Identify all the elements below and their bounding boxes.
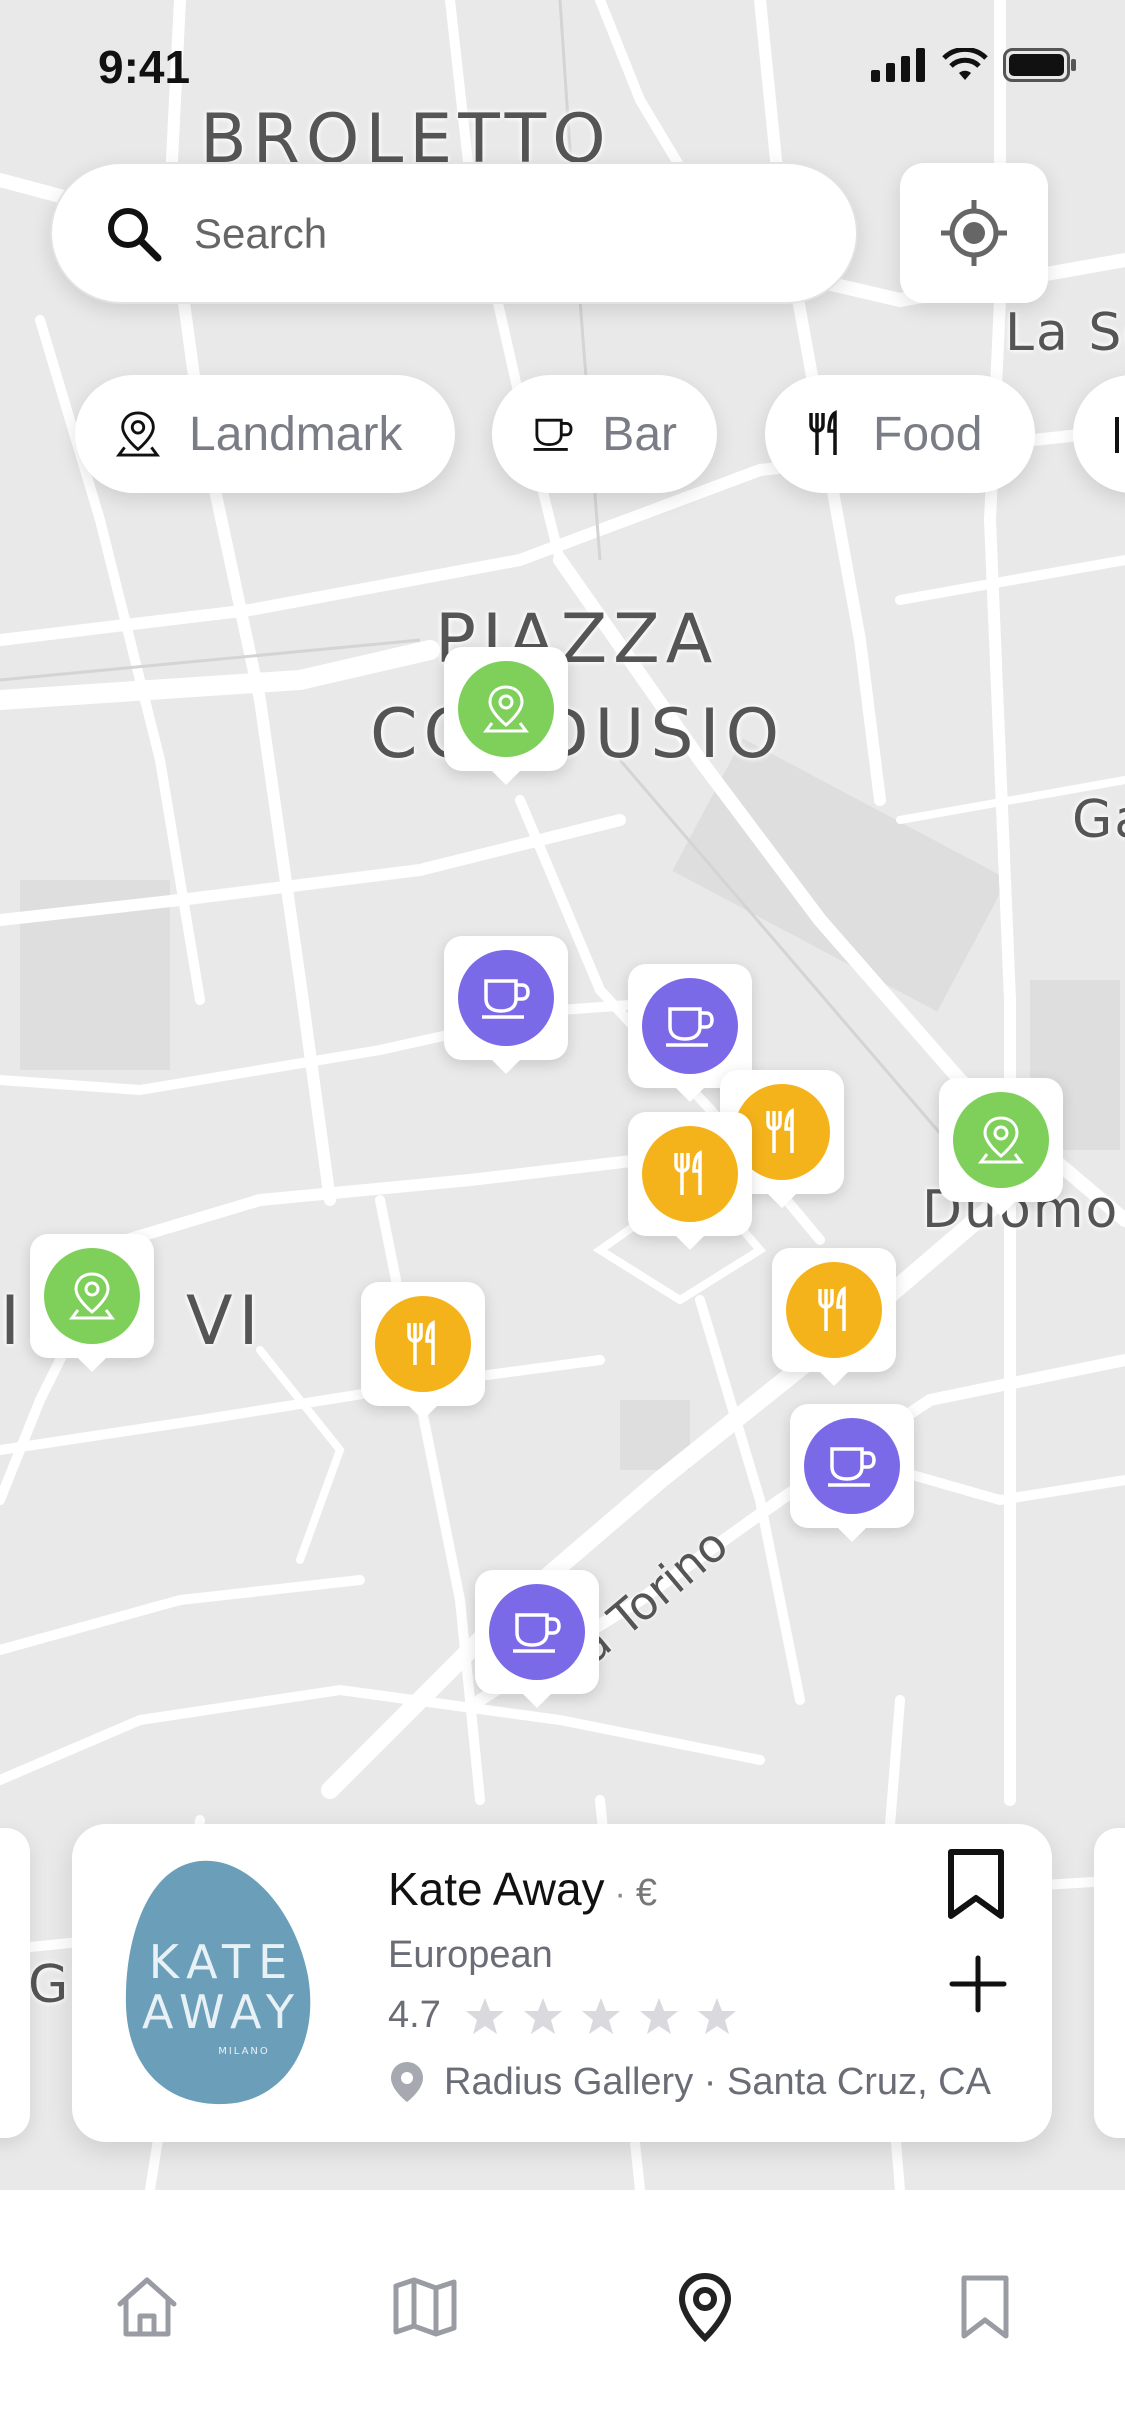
rating-value: 4.7 <box>388 1994 441 2036</box>
map-pin-bar[interactable] <box>475 1570 599 1708</box>
logo-text-line1: KATE <box>149 1935 295 1989</box>
landmark-pin-icon <box>953 1092 1049 1188</box>
coffee-cup-icon <box>533 418 573 451</box>
filter-chip-partial[interactable] <box>1073 375 1125 493</box>
star-icon <box>465 1997 504 2034</box>
filter-chip-landmark[interactable]: Landmark <box>75 375 455 493</box>
search-input[interactable] <box>192 202 796 266</box>
filter-chip-label: Food <box>873 407 983 461</box>
filter-icon <box>1115 417 1119 453</box>
screen: BROLETTO PIAZZA CORDUSIO La Sc Ga Duomo … <box>0 0 1125 2436</box>
star-icon <box>639 1997 678 2034</box>
status-bar: 9:41 <box>0 0 1125 130</box>
fork-knife-icon <box>642 1126 738 1222</box>
bookmark-icon[interactable] <box>945 1848 1007 1920</box>
next-place-card[interactable] <box>1094 1828 1125 2138</box>
place-card[interactable]: KATE AWAY MILANO Kate Away · € European … <box>72 1824 1052 2142</box>
title-separator: · <box>614 1875 626 1913</box>
map-label-ga: Ga <box>1072 790 1125 850</box>
location-pin-icon[interactable] <box>670 2272 740 2342</box>
logo-text-line3: MILANO <box>218 2046 270 2057</box>
map-pin-food[interactable] <box>628 1112 752 1250</box>
star-icon <box>581 1997 620 2034</box>
fork-knife-icon <box>375 1296 471 1392</box>
status-icons <box>871 48 1077 82</box>
landmark-pin-icon <box>44 1248 140 1344</box>
map-pin-landmark[interactable] <box>939 1078 1063 1216</box>
coffee-cup-icon <box>642 978 738 1074</box>
filter-chip-label: Landmark <box>189 407 403 461</box>
map-pin-landmark[interactable] <box>444 647 568 785</box>
filter-chips: Landmark Bar Food <box>75 375 1125 495</box>
bookmark-icon[interactable] <box>950 2272 1020 2342</box>
location-pin-icon <box>391 2062 423 2102</box>
filter-chip-label: Bar <box>602 407 677 461</box>
fork-knife-icon <box>809 410 837 455</box>
cellular-signal-icon <box>871 48 925 82</box>
filter-chip-food[interactable]: Food <box>765 375 1035 493</box>
search-icon <box>108 208 162 262</box>
map-pin-food[interactable] <box>361 1282 485 1420</box>
address-row: Radius Gallery · Santa Cruz, CA <box>388 2060 991 2104</box>
previous-place-card[interactable] <box>0 1828 30 2138</box>
fork-knife-icon <box>786 1262 882 1358</box>
search-bar[interactable] <box>50 162 858 304</box>
coffee-cup-icon <box>458 950 554 1046</box>
place-logo: KATE AWAY MILANO <box>125 1860 311 2105</box>
battery-icon <box>1003 48 1076 82</box>
home-icon[interactable] <box>112 2272 182 2342</box>
map-icon[interactable] <box>390 2272 460 2342</box>
wifi-icon <box>942 48 988 80</box>
coffee-cup-icon <box>489 1584 585 1680</box>
map-label-cordusio: CORDUSIO <box>370 695 786 774</box>
star-icon <box>523 1997 562 2034</box>
cuisine-label: European <box>388 1934 553 1976</box>
logo-text-line2: AWAY <box>142 1985 302 2039</box>
add-icon[interactable] <box>948 1954 1008 2014</box>
filter-chip-bar[interactable]: Bar <box>492 375 717 493</box>
locate-me-button[interactable] <box>900 163 1048 303</box>
rating-row: 4.7 <box>388 1994 737 2037</box>
place-title: Kate Away <box>388 1863 605 1915</box>
landmark-pin-icon <box>458 661 554 757</box>
map-label-g: G <box>28 1955 71 2015</box>
landmark-pin-icon <box>115 411 161 457</box>
map-pin-food[interactable] <box>772 1248 896 1386</box>
map-pin-bar[interactable] <box>444 936 568 1074</box>
star-icon <box>697 1997 736 2034</box>
price-level: € <box>635 1872 657 1914</box>
map-label-la-sc: La Sc <box>1005 303 1125 363</box>
status-time: 9:41 <box>98 41 191 93</box>
place-title-row: Kate Away · € <box>388 1862 657 1916</box>
coffee-cup-icon <box>804 1418 900 1514</box>
map-pin-landmark[interactable] <box>30 1234 154 1372</box>
map-pin-bar[interactable] <box>790 1404 914 1542</box>
place-address: Radius Gallery · Santa Cruz, CA <box>444 2060 991 2103</box>
tab-bar <box>0 2190 1125 2436</box>
crosshair-icon <box>941 200 1007 266</box>
